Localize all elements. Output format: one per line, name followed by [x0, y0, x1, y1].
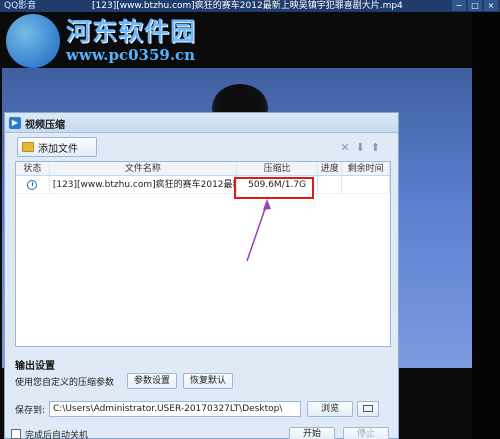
save-to-label: 保存到: [15, 406, 46, 416]
save-path-field[interactable]: C:\Users\Administrator.USER-20170327LT\D… [49, 401, 301, 417]
maximize-button[interactable]: □ [468, 0, 482, 11]
player-titlebar: QQ影音 [123][www.btzhu.com]疯狂的赛车2012最新上映吴镇… [0, 0, 500, 12]
shutdown-label: 完成后自动关机 [25, 431, 89, 439]
screen: QQ影音 [123][www.btzhu.com]疯狂的赛车2012最新上映吴镇… [0, 0, 500, 439]
open-folder-button[interactable] [357, 401, 379, 417]
output-settings-title: 输出设置 [15, 361, 55, 372]
minimize-button[interactable]: − [452, 0, 466, 11]
output-settings: 输出设置 使用您自定义的压缩参数 参数设置 恢复默认 保存到: C:\Users… [15, 357, 395, 417]
param-settings-button[interactable]: 参数设置 [127, 373, 177, 389]
window-controls: − □ × [452, 0, 498, 11]
close-button[interactable]: × [484, 0, 498, 11]
params-description: 使用您自定义的压缩参数 [15, 378, 115, 388]
watermark-site-name: 河东软件园 [66, 17, 197, 46]
dialog-footer: 完成后自动关机 开始 停止 [5, 425, 398, 439]
browse-button[interactable]: 浏览 [307, 401, 353, 417]
player-side-strip [472, 12, 500, 439]
watermark-url: www.pc0359.cn [66, 46, 196, 64]
shutdown-checkbox[interactable] [11, 429, 21, 439]
restore-default-button[interactable]: 恢复默认 [183, 373, 233, 389]
player-window-title: [123][www.btzhu.com]疯狂的赛车2012最新上映吴镇宇犯罪喜剧… [92, 1, 403, 11]
video-compress-dialog: ▶ 视频压缩 添加文件 ✕ ⬇ ⬆ 状态 文件名称 压缩比 进度 剩余时间 [1… [4, 112, 399, 439]
watermark-logo-icon [6, 14, 60, 68]
annotation-arrow-icon [246, 199, 271, 262]
folder-icon [363, 405, 373, 412]
start-button[interactable]: 开始 [289, 427, 335, 439]
player-app-name: QQ影音 [4, 1, 37, 11]
stop-button[interactable]: 停止 [343, 427, 389, 439]
